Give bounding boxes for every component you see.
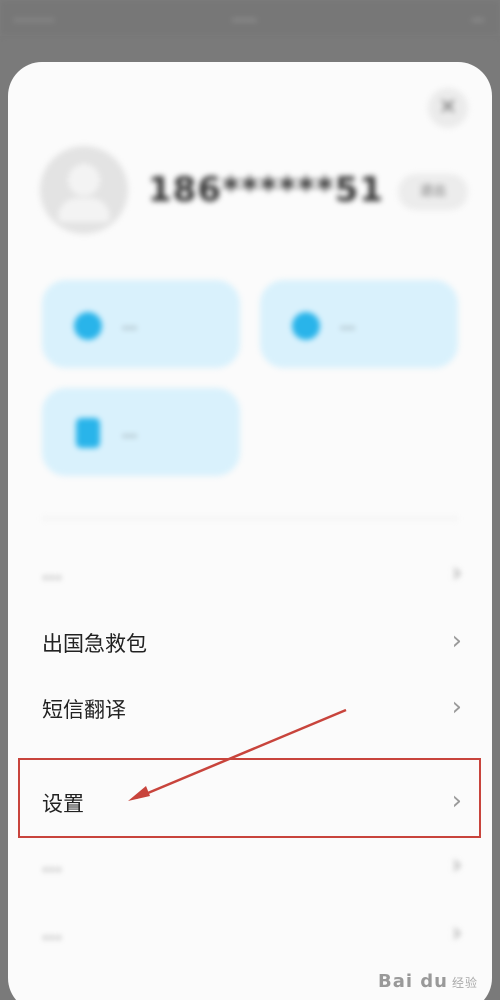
quick-card-label: ... — [340, 314, 356, 333]
menu-item-4[interactable]: ... › — [8, 832, 492, 898]
document-icon — [76, 418, 100, 448]
watermark-brand: Bai du — [377, 971, 448, 992]
close-button[interactable]: ✕ — [428, 88, 468, 128]
status-time: ...... — [232, 10, 257, 25]
chevron-right-icon: › — [451, 558, 462, 588]
section-divider — [42, 518, 458, 519]
menu-item-label: 短信翻译 — [42, 698, 126, 722]
quick-card-1[interactable]: ... — [42, 280, 240, 368]
watermark-sub: 经验 — [451, 976, 478, 990]
status-carrier: ........ — [14, 10, 56, 25]
avatar-head-shape — [68, 164, 100, 196]
avatar-body-shape — [58, 198, 110, 222]
quick-card-label: ... — [122, 314, 138, 333]
avatar[interactable] — [40, 146, 128, 234]
menu-item-5[interactable]: ... › — [8, 900, 492, 966]
menu-item-label: ... — [42, 560, 63, 584]
menu-item-sms-translate[interactable]: 短信翻译 › — [8, 674, 492, 740]
shield-icon — [74, 312, 102, 340]
account-sheet: ✕ 186******51 退出 ... ... ... ... › 出国急救包… — [8, 62, 492, 1000]
menu-item-emergency-kit[interactable]: 出国急救包 › — [8, 608, 492, 674]
quick-card-3[interactable]: ... — [42, 388, 240, 476]
chevron-right-icon: › — [451, 918, 462, 948]
menu-item-label: 出国急救包 — [42, 632, 147, 656]
settings-highlight-box — [18, 758, 481, 838]
status-battery: ... — [471, 10, 484, 25]
menu-item-label: ... — [42, 852, 63, 876]
chevron-right-icon: › — [451, 626, 462, 656]
chevron-right-icon: › — [451, 692, 462, 722]
circle-icon — [292, 312, 320, 340]
user-phone-number: 186******51 — [148, 170, 384, 210]
logout-button[interactable]: 退出 — [398, 174, 468, 210]
account-header: ✕ 186******51 退出 ... ... ... — [8, 62, 492, 602]
quick-card-label: ... — [122, 422, 138, 441]
close-icon: ✕ — [438, 95, 458, 120]
quick-card-2[interactable]: ... — [260, 280, 458, 368]
watermark: Bai du 经验 — [378, 971, 478, 992]
chevron-right-icon: › — [451, 850, 462, 880]
menu-item-0[interactable]: ... › — [8, 540, 492, 606]
status-bar: ........ ...... ... — [0, 0, 500, 36]
menu-item-label: ... — [42, 920, 63, 944]
